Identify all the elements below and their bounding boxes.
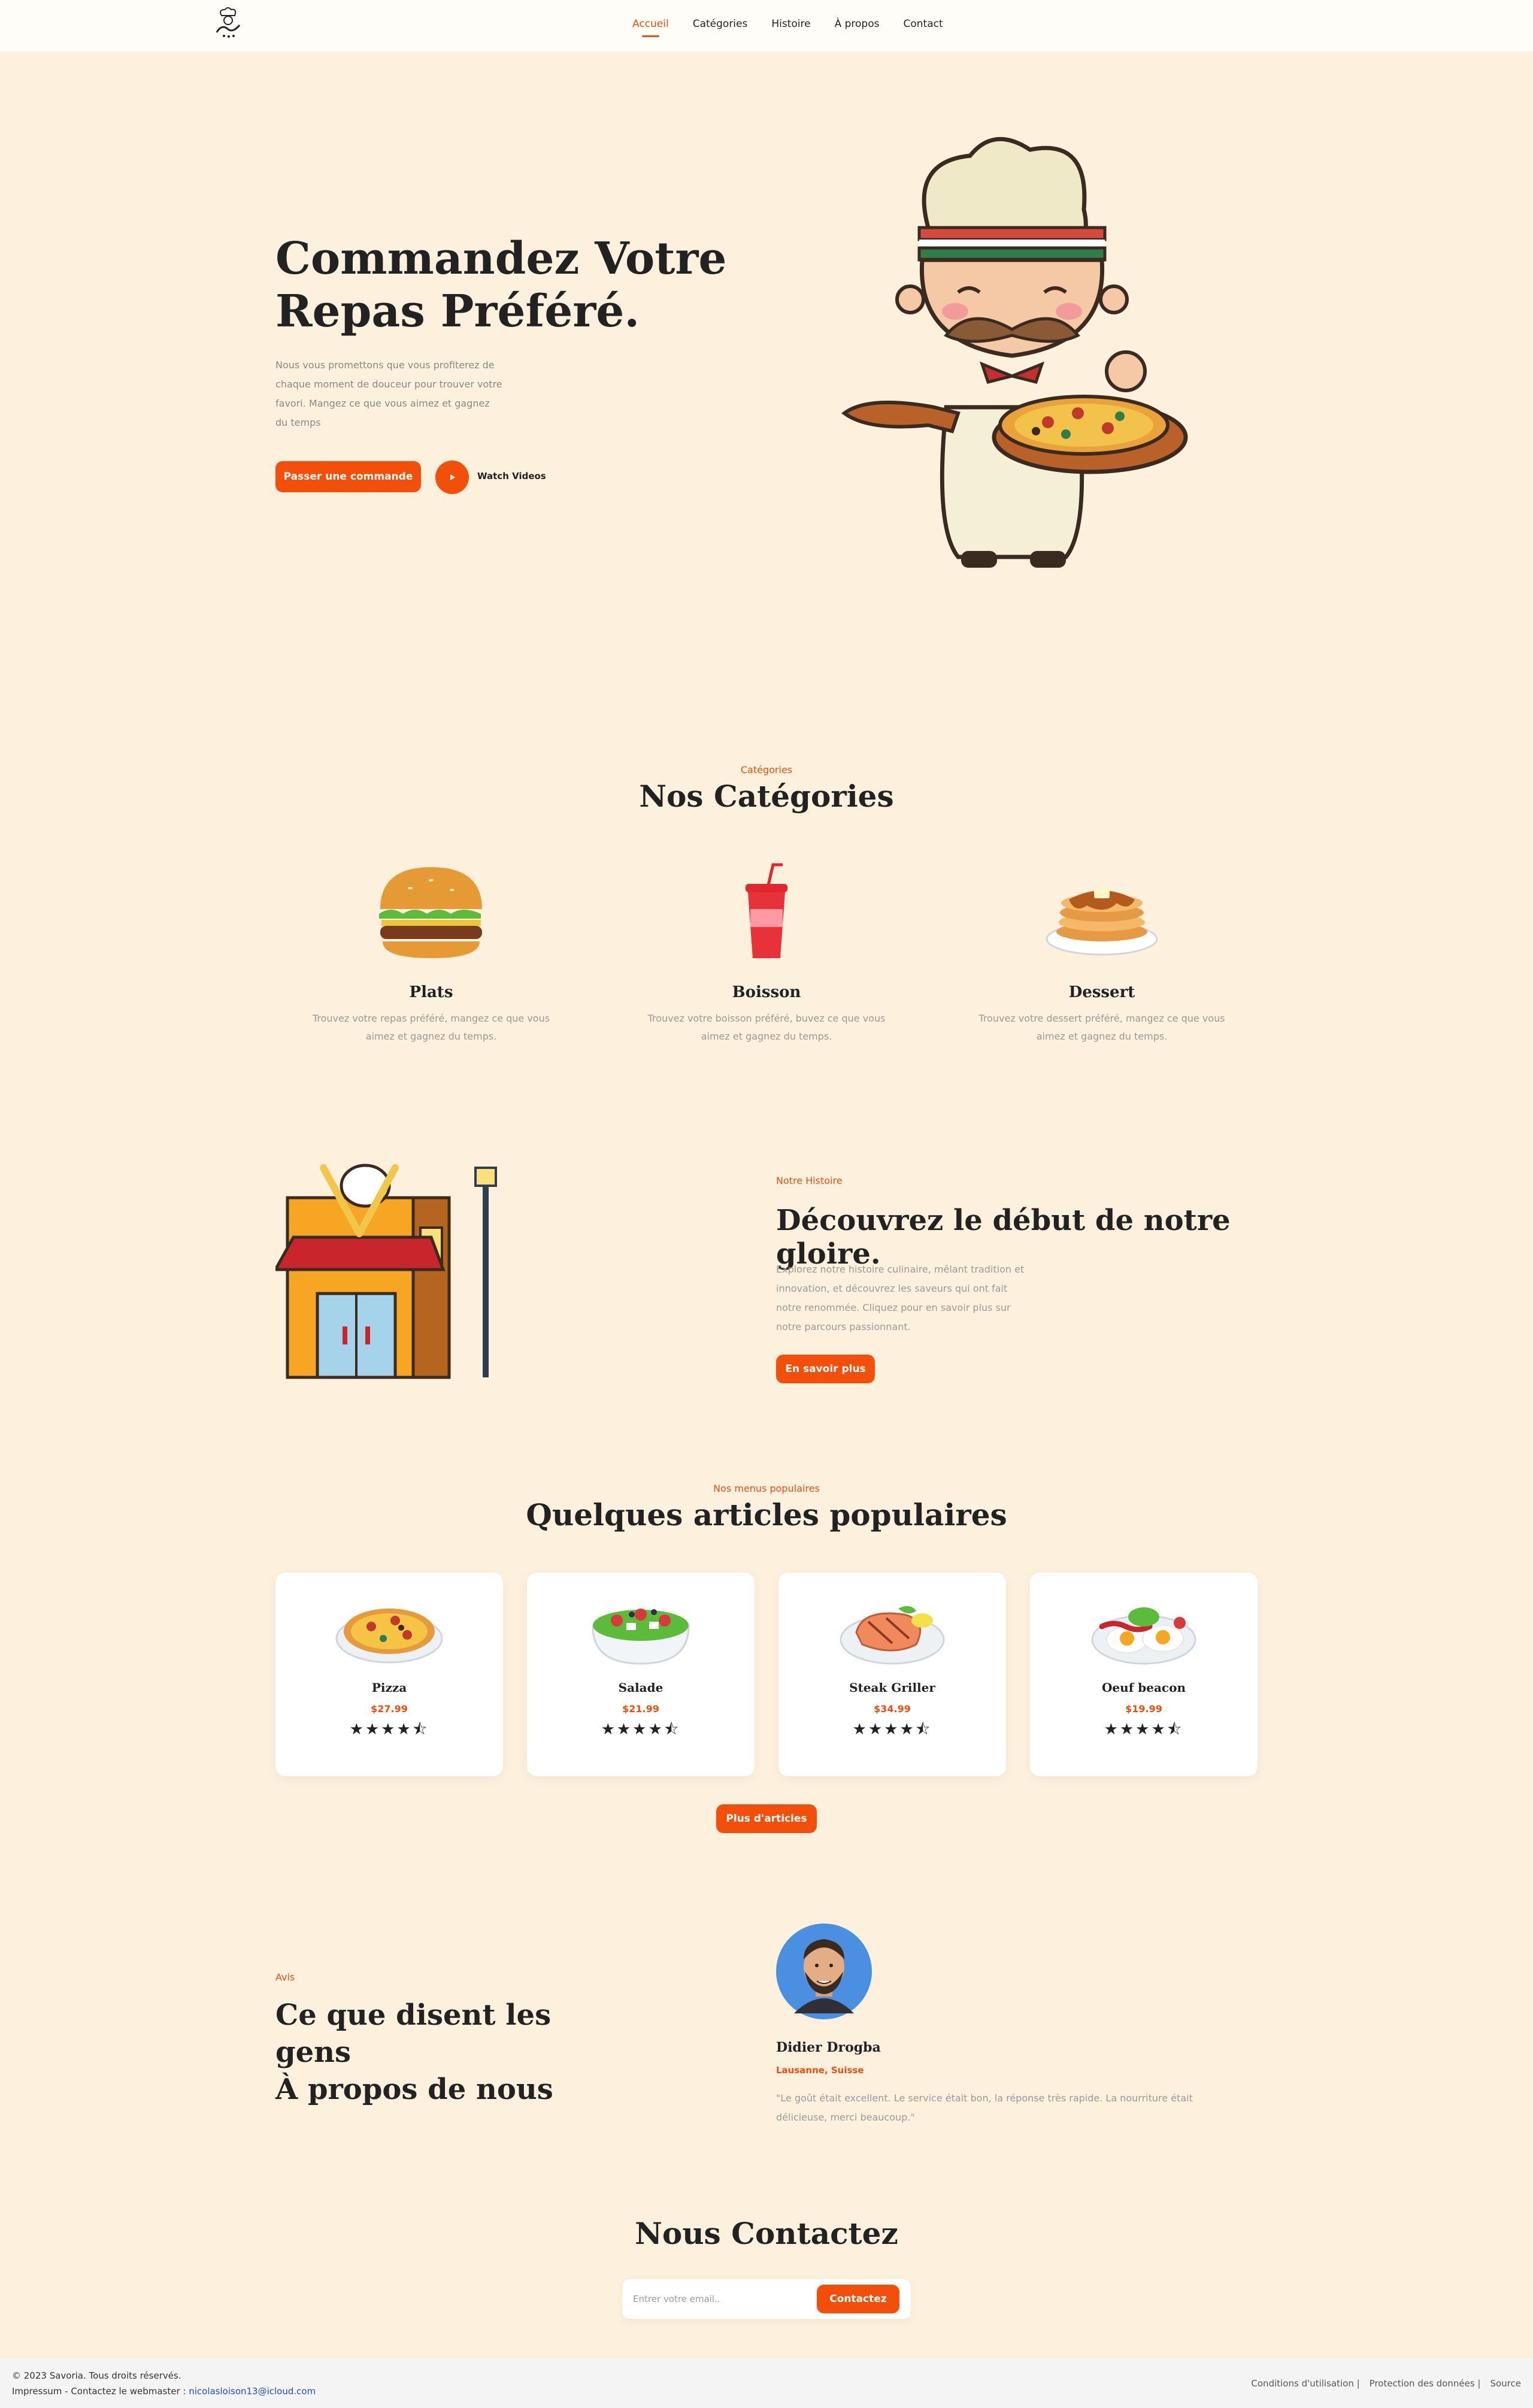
order-button[interactable]: Passer une commande xyxy=(275,461,421,492)
watch-videos-link[interactable]: Watch Videos xyxy=(477,471,546,481)
nav-a-propos[interactable]: À propos xyxy=(835,18,880,30)
hero-description: Nous vous promettons que vous profiterez… xyxy=(275,359,502,428)
more-articles-button[interactable]: Plus d'articles xyxy=(716,1804,817,1833)
nav-histoire[interactable]: Histoire xyxy=(771,18,810,30)
product-rating: ★★★★⯪ xyxy=(349,1721,429,1738)
product-rating: ★★★★⯪ xyxy=(601,1721,681,1738)
product-price: $19.99 xyxy=(1125,1703,1162,1715)
history-kicker: Notre Histoire xyxy=(776,1175,843,1186)
reviews-title: Ce que disent les gens À propos de nous xyxy=(275,1997,635,2108)
footer-impressum: Impressum - Contactez le webmaster : nic… xyxy=(12,2386,316,2397)
categories-title: Nos Catégories xyxy=(639,779,894,814)
salad-icon xyxy=(592,1609,690,1665)
hero-title-line2: Repas Préféré. xyxy=(275,286,640,337)
category-name: Plats xyxy=(409,983,453,1001)
nav-accueil[interactable]: Accueil xyxy=(632,18,669,37)
main-nav: Accueil Catégories Histoire À propos Con… xyxy=(632,18,943,37)
product-card-oeuf-beacon[interactable]: Oeuf beacon $19.99 ★★★★⯪ xyxy=(1030,1573,1258,1776)
play-video-button[interactable] xyxy=(435,461,469,494)
avatar xyxy=(776,1924,872,2019)
reviews-title-line1: Ce que disent les gens xyxy=(275,1998,552,2069)
product-price: $27.99 xyxy=(371,1703,408,1715)
product-price: $34.99 xyxy=(874,1703,911,1715)
chef-logo-icon[interactable] xyxy=(211,6,246,41)
product-name: Oeuf beacon xyxy=(1102,1680,1186,1695)
reviewer-name: Didier Drogba xyxy=(776,2040,881,2055)
product-name: Salade xyxy=(618,1680,664,1695)
chef-illustration xyxy=(841,137,1188,568)
footer-link-privacy[interactable]: Protection des données | xyxy=(1370,2378,1481,2389)
review-quote: "Le goût était excellent. Le service éta… xyxy=(776,2092,1193,2123)
product-card-salade[interactable]: Salade $21.99 ★★★★⯪ xyxy=(527,1573,755,1776)
reviewer-location: Lausanne, Suisse xyxy=(776,2065,864,2076)
category-name: Dessert xyxy=(1068,983,1135,1001)
contact-button[interactable]: Contactez xyxy=(817,2285,899,2313)
restaurant-illustration xyxy=(275,1164,497,1379)
product-name: Steak Griller xyxy=(849,1680,935,1695)
steak-icon xyxy=(840,1606,945,1665)
site-footer: © 2023 Savoria. Tous droits réservés. Im… xyxy=(0,2358,1533,2408)
play-icon xyxy=(450,474,455,480)
footer-copyright: © 2023 Savoria. Tous droits réservés. xyxy=(12,2370,181,2381)
category-card-boisson[interactable]: Boisson Trouvez votre boisson préféré, b… xyxy=(641,861,892,1046)
category-desc: Trouvez votre boisson préféré, buvez ce … xyxy=(647,1013,886,1042)
product-card-steak[interactable]: Steak Griller $34.99 ★★★★⯪ xyxy=(778,1573,1006,1776)
nav-contact[interactable]: Contact xyxy=(903,18,943,30)
footer-impressum-text: Impressum - Contactez le webmaster : xyxy=(12,2386,189,2397)
product-card-pizza[interactable]: Pizza $27.99 ★★★★⯪ xyxy=(275,1573,503,1776)
webmaster-email-link[interactable]: nicolasloison13@icloud.com xyxy=(189,2386,316,2397)
category-desc: Trouvez votre dessert préféré, mangez ce… xyxy=(978,1013,1225,1042)
nav-categories[interactable]: Catégories xyxy=(693,18,748,30)
product-price: $21.99 xyxy=(622,1703,659,1715)
egg-bacon-icon xyxy=(1091,1607,1196,1665)
site-header: Accueil Catégories Histoire À propos Con… xyxy=(0,0,1533,52)
reviews-title-line2: À propos de nous xyxy=(275,2073,553,2106)
reviews-kicker: Avis xyxy=(275,1971,295,1983)
popular-title: Quelques articles populaires xyxy=(526,1497,1007,1532)
product-rating: ★★★★⯪ xyxy=(1104,1721,1184,1738)
contact-title: Nous Contactez xyxy=(635,2216,898,2251)
footer-link-terms[interactable]: Conditions d'utilisation | xyxy=(1251,2378,1359,2389)
burger-icon xyxy=(379,867,482,958)
history-description: Explorez notre histoire culinaire, mêlan… xyxy=(776,1264,1025,1332)
hero-title: Commandez Votre Repas Préféré. xyxy=(275,232,731,338)
footer-link-source[interactable]: Source xyxy=(1490,2378,1521,2389)
category-card-plats[interactable]: Plats Trouvez votre repas préféré, mange… xyxy=(305,861,557,1046)
product-name: Pizza xyxy=(371,1680,407,1695)
category-card-dessert[interactable]: Dessert Trouvez votre dessert préféré, m… xyxy=(976,861,1228,1046)
pizza-icon xyxy=(335,1609,443,1664)
footer-links: Conditions d'utilisation | Protection de… xyxy=(1251,2378,1521,2389)
category-desc: Trouvez votre repas préféré, mangez ce q… xyxy=(312,1013,550,1042)
product-rating: ★★★★⯪ xyxy=(852,1721,932,1738)
email-field[interactable] xyxy=(633,2286,813,2312)
drink-icon xyxy=(746,863,787,958)
popular-kicker: Nos menus populaires xyxy=(713,1483,820,1494)
category-name: Boisson xyxy=(732,983,801,1001)
contact-form: Contactez xyxy=(622,2279,911,2319)
pancake-icon xyxy=(1046,888,1158,956)
hero-title-line1: Commandez Votre xyxy=(275,233,727,284)
categories-kicker: Catégories xyxy=(740,764,793,776)
learn-more-button[interactable]: En savoir plus xyxy=(776,1355,875,1383)
